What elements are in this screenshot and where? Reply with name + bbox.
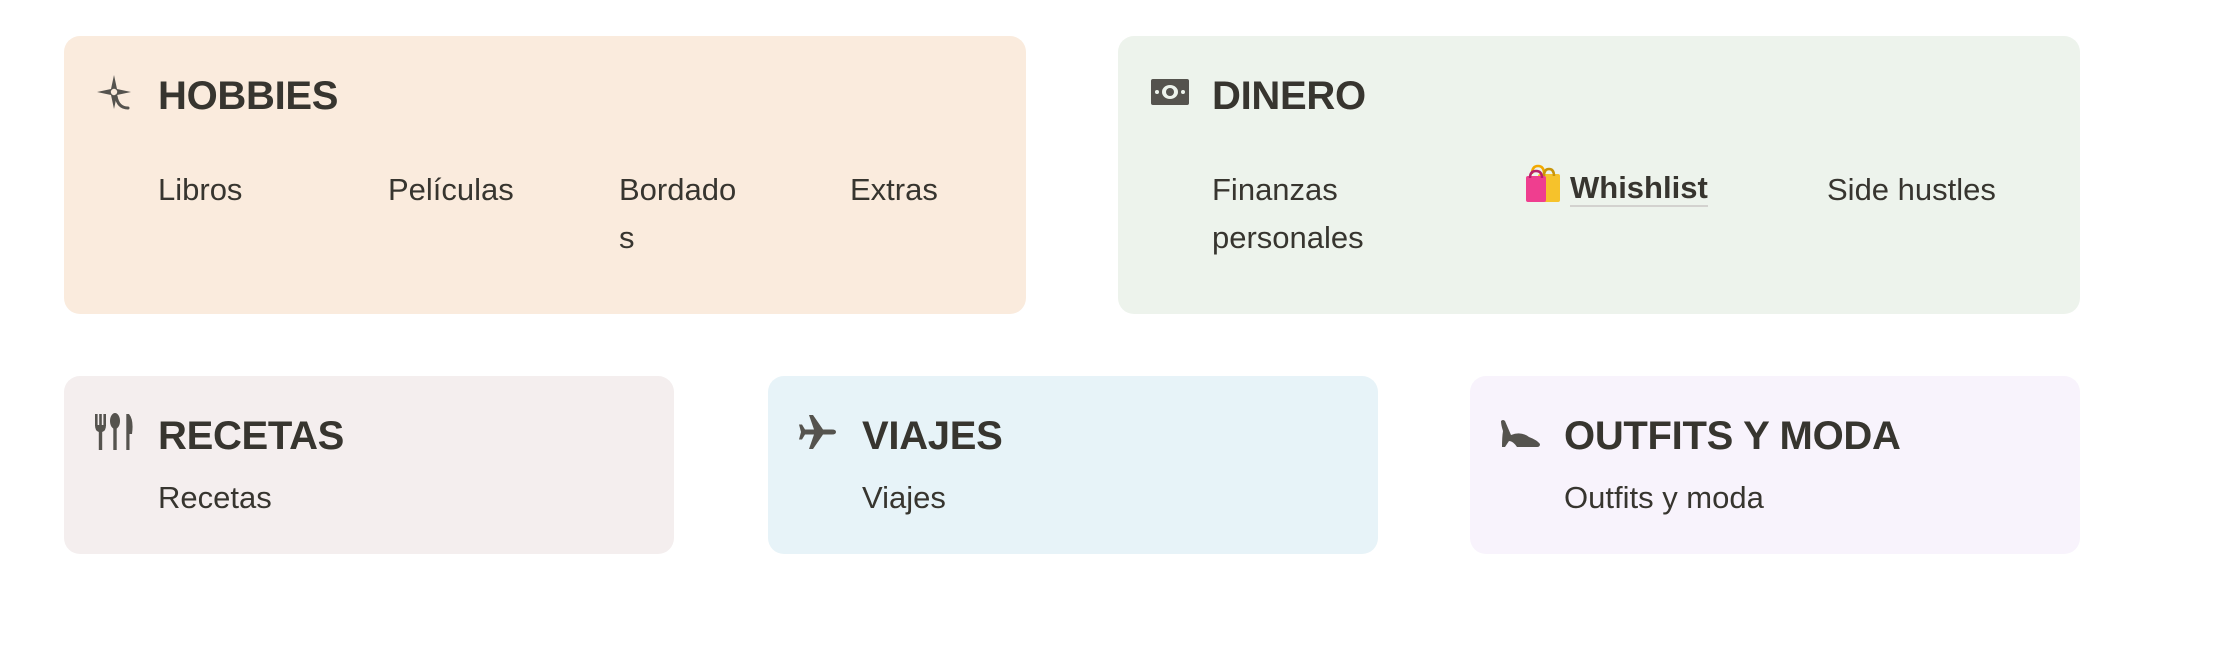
shopping-bags-icon [1526,164,1560,202]
viajes-title: VIAJES [862,414,1003,458]
finanzas-personales-link[interactable]: Finanzas personales [1212,166,1364,262]
recetas-card: RECETAS Recetas [64,376,674,554]
peliculas-link[interactable]: Películas [388,166,514,214]
side-hustles-link[interactable]: Side hustles [1827,166,1996,214]
airplane-icon [796,410,840,454]
dinero-card: DINERO Finanzas personales Whishlist Sid… [1118,36,2080,314]
whishlist-link[interactable]: Whishlist [1524,164,1708,212]
whishlist-link-label: Whishlist [1570,170,1708,207]
extras-link[interactable]: Extras [850,166,938,214]
viajes-card: VIAJES Viajes [768,376,1378,554]
bordados-link[interactable]: Bordado s [619,166,736,262]
compass-drafting-icon [92,70,136,114]
finanzas-link-line2: personales [1212,220,1364,255]
dinero-title: DINERO [1212,74,1366,118]
hobbies-card: HOBBIES Libros Películas Bordado s Extra… [64,36,1026,314]
outfits-title: OUTFITS Y MODA [1564,414,1901,458]
money-bill-icon [1148,70,1192,114]
finanzas-link-line1: Finanzas [1212,172,1338,207]
viajes-link[interactable]: Viajes [862,474,946,522]
utensils-icon [92,410,136,454]
hobbies-title: HOBBIES [158,74,339,118]
high-heel-icon [1498,410,1542,454]
libros-link[interactable]: Libros [158,166,242,214]
recetas-title: RECETAS [158,414,345,458]
outfits-card: OUTFITS Y MODA Outfits y moda [1470,376,2080,554]
recetas-link[interactable]: Recetas [158,474,272,522]
bordados-link-line1: Bordado [619,172,737,207]
outfits-link[interactable]: Outfits y moda [1564,474,1764,522]
bordados-link-line2: s [619,220,635,255]
